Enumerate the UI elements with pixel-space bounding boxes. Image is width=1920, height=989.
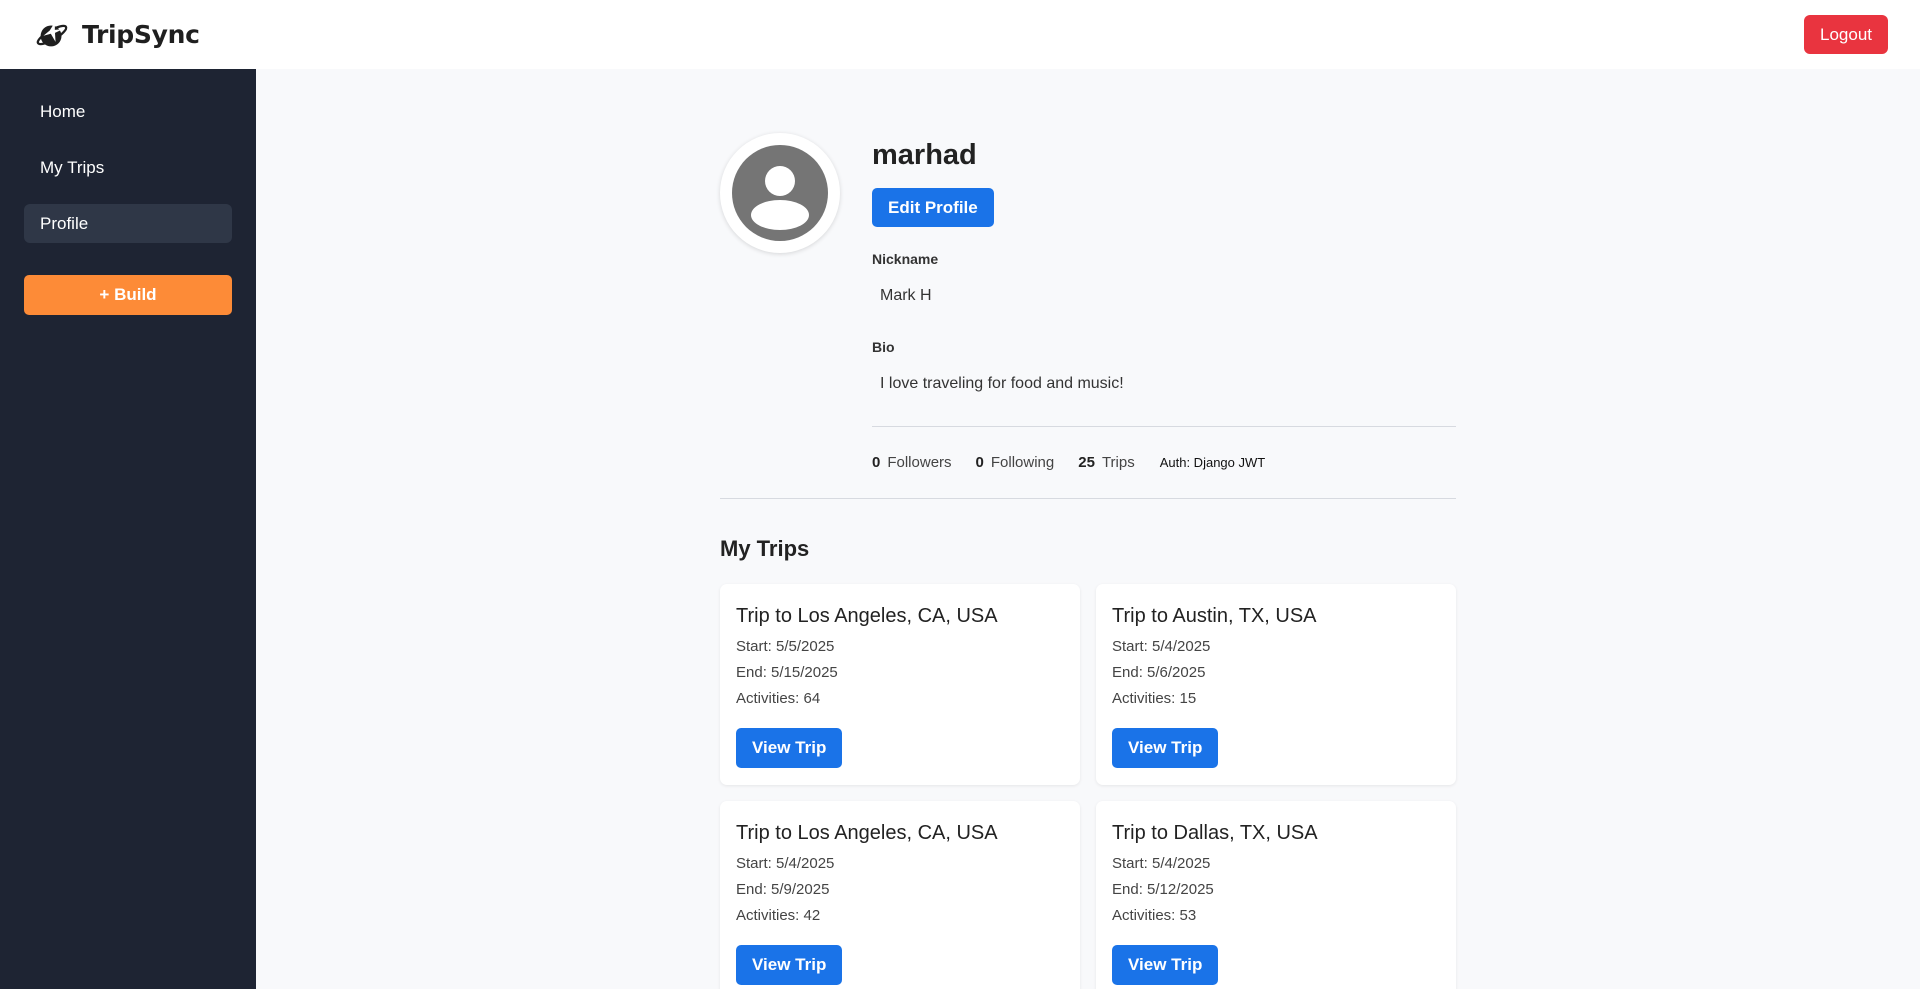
profile-page: marhad Edit Profile Nickname Mark H Bio …: [720, 69, 1456, 989]
following-stat[interactable]: 0 Following: [976, 454, 1055, 471]
following-count: 0: [975, 454, 984, 471]
trips-count: 25: [1078, 454, 1095, 471]
username: marhad: [872, 139, 977, 171]
trips-grid: Trip to Los Angeles, CA, USA Start: 5/5/…: [720, 584, 1456, 989]
followers-label: Followers: [887, 454, 952, 471]
planet-plane-icon: [36, 21, 68, 46]
sidebar-item-profile[interactable]: Profile: [24, 204, 232, 243]
main-content: marhad Edit Profile Nickname Mark H Bio …: [256, 69, 1920, 989]
following-label: Following: [990, 454, 1055, 471]
trip-end: End: 5/6/2025: [1112, 664, 1206, 681]
avatar: [720, 133, 840, 253]
trip-activities: Activities: 42: [736, 907, 821, 924]
section-divider: [720, 498, 1456, 499]
trip-start: Start: 5/4/2025: [1112, 638, 1211, 655]
sidebar-item-my-trips[interactable]: My Trips: [24, 148, 232, 187]
sidebar: Home My Trips Profile + Build: [0, 69, 256, 989]
user-avatar-icon: [732, 145, 828, 241]
trip-start: Start: 5/4/2025: [736, 855, 835, 872]
followers-stat[interactable]: 0 Followers: [872, 454, 952, 471]
followers-count: 0: [872, 454, 881, 471]
trip-end: End: 5/12/2025: [1112, 881, 1214, 898]
build-button[interactable]: + Build: [24, 275, 232, 315]
trip-start: Start: 5/5/2025: [736, 638, 835, 655]
auth-info: Auth: Django JWT: [1159, 455, 1266, 470]
nickname-value: Mark H: [880, 287, 932, 304]
top-bar: TripSync Logout: [0, 0, 1920, 69]
sidebar-item-home[interactable]: Home: [24, 92, 232, 131]
trip-start: Start: 5/4/2025: [1112, 855, 1211, 872]
trip-card: Trip to Los Angeles, CA, USA Start: 5/5/…: [720, 584, 1080, 785]
edit-profile-button[interactable]: Edit Profile: [872, 188, 994, 227]
view-trip-button[interactable]: View Trip: [1112, 728, 1219, 768]
trip-end: End: 5/15/2025: [736, 664, 838, 681]
trip-title: Trip to Los Angeles, CA, USA: [736, 605, 998, 627]
trip-card: Trip to Austin, TX, USA Start: 5/4/2025 …: [1096, 584, 1456, 785]
view-trip-button[interactable]: View Trip: [736, 728, 843, 768]
my-trips-heading: My Trips: [720, 536, 810, 561]
profile-stats: 0 Followers 0 Following 25 Trips Auth: Djan…: [872, 426, 1456, 471]
trips-label: Trips: [1101, 454, 1135, 471]
trip-activities: Activities: 53: [1112, 907, 1197, 924]
trip-end: End: 5/9/2025: [736, 881, 830, 898]
trip-title: Trip to Dallas, TX, USA: [1112, 822, 1318, 844]
trip-card: Trip to Los Angeles, CA, USA Start: 5/4/…: [720, 801, 1080, 989]
trip-card: Trip to Dallas, TX, USA Start: 5/4/2025 …: [1096, 801, 1456, 989]
trip-activities: Activities: 64: [736, 690, 821, 707]
profile-info: marhad Edit Profile Nickname Mark H Bio …: [872, 133, 1456, 471]
profile-header: marhad Edit Profile Nickname Mark H Bio …: [720, 69, 1456, 471]
trips-stat: 25 Trips: [1078, 454, 1134, 471]
view-trip-button[interactable]: View Trip: [1112, 945, 1219, 985]
logout-button[interactable]: Logout: [1804, 15, 1888, 54]
nickname-label: Nickname: [872, 251, 939, 267]
bio-label: Bio: [872, 339, 895, 355]
trip-title: Trip to Austin, TX, USA: [1112, 605, 1317, 627]
trip-title: Trip to Los Angeles, CA, USA: [736, 822, 998, 844]
bio-value: I love traveling for food and music!: [880, 375, 1124, 392]
app-name: TripSync: [82, 20, 200, 49]
view-trip-button[interactable]: View Trip: [736, 945, 843, 985]
brand[interactable]: TripSync: [33, 16, 200, 54]
trip-activities: Activities: 15: [1112, 690, 1197, 707]
